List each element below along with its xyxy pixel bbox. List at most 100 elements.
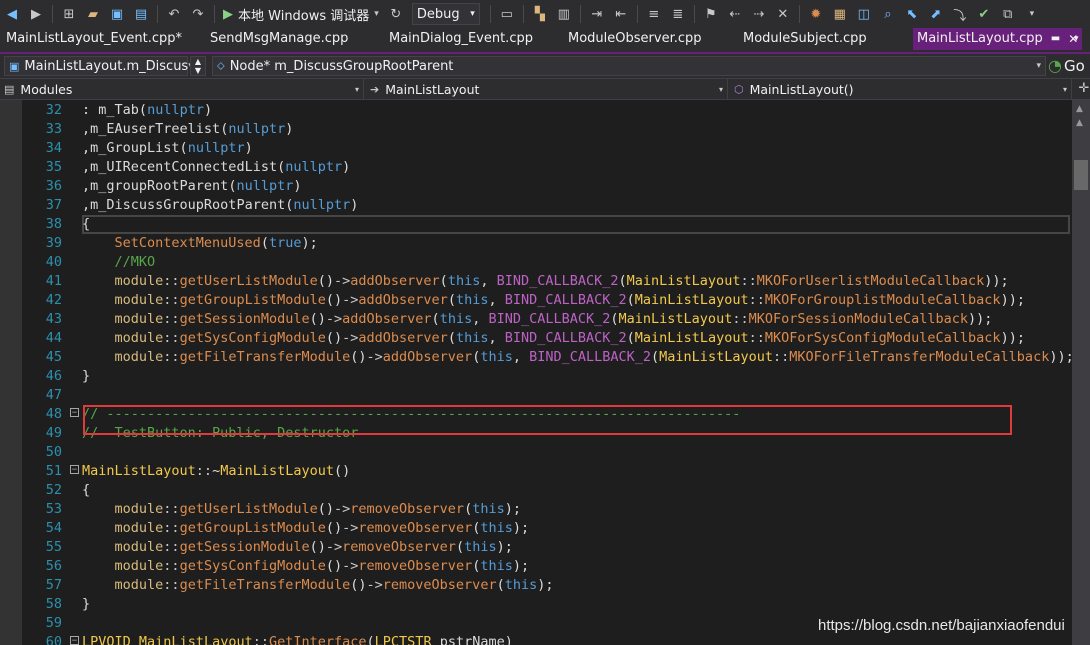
- save-icon[interactable]: ▣: [108, 5, 126, 23]
- code-line[interactable]: 32: m_Tab(nullptr): [0, 101, 1072, 120]
- pin-icon[interactable]: ▬: [1051, 28, 1060, 50]
- line-number: 39: [45, 235, 62, 251]
- open-icon[interactable]: ▰: [84, 5, 102, 23]
- check-icon[interactable]: ✔: [975, 5, 993, 23]
- find-in-files-icon[interactable]: ▚: [531, 5, 549, 23]
- tab-mainlistlayout-event[interactable]: MainListLayout_Event.cpp*: [6, 31, 182, 46]
- line-number: 52: [45, 482, 62, 498]
- function-select[interactable]: ⬡ MainListLayout() ▾: [730, 79, 1072, 99]
- vertical-scrollbar[interactable]: ▲ ▲: [1072, 100, 1090, 645]
- undo-icon[interactable]: ↶: [165, 5, 183, 23]
- redo-icon[interactable]: ↷: [189, 5, 207, 23]
- class-select[interactable]: ➔ MainListLayout ▾: [366, 79, 728, 99]
- code-line[interactable]: 40 //MKO: [0, 253, 1072, 272]
- clear-bookmarks-icon[interactable]: ✕: [774, 5, 792, 23]
- toolbar-separator: [157, 5, 158, 23]
- new-project-icon[interactable]: ⊞: [60, 5, 78, 23]
- scroll-stepper[interactable]: ▲ ▼: [190, 56, 206, 76]
- bookmark-icon[interactable]: ⚑: [702, 5, 720, 23]
- code-line[interactable]: 57 module::getFileTransferModule()->remo…: [0, 576, 1072, 595]
- overflow-icon[interactable]: ▾: [1023, 5, 1041, 23]
- navigate-back-icon[interactable]: ⬉: [903, 5, 921, 23]
- code-line[interactable]: 56 module::getSysConfigModule()->removeO…: [0, 557, 1072, 576]
- code-text: module::getGroupListModule()->addObserve…: [114, 292, 1025, 308]
- code-line[interactable]: 34 ,m_GroupList(nullptr): [0, 139, 1072, 158]
- code-line[interactable]: 36 ,m_groupRootParent(nullptr): [0, 177, 1072, 196]
- code-line[interactable]: 55 module::getSessionModule()->removeObs…: [0, 538, 1072, 557]
- down-arrow-icon[interactable]: ▼: [195, 66, 201, 75]
- save-all-icon[interactable]: ▤: [132, 5, 150, 23]
- code-line[interactable]: 54 module::getGroupListModule()->removeO…: [0, 519, 1072, 538]
- code-line[interactable]: 53 module::getUserListModule()->removeOb…: [0, 500, 1072, 519]
- line-number: 42: [45, 292, 62, 308]
- configuration-select[interactable]: Debug ▾: [411, 3, 480, 25]
- code-line[interactable]: 47: [0, 386, 1072, 405]
- tab-maindialog-event[interactable]: MainDialog_Event.cpp: [389, 31, 533, 46]
- navigate-forward-icon[interactable]: ⬈: [927, 5, 945, 23]
- layout-icon[interactable]: ▥: [555, 5, 573, 23]
- scroll-up-icon[interactable]: ▲: [1076, 118, 1083, 128]
- code-line[interactable]: 44 module::getSysConfigModule()->addObse…: [0, 329, 1072, 348]
- back-icon[interactable]: ◀: [3, 5, 21, 23]
- chevron-down-icon[interactable]: ▾: [374, 9, 379, 19]
- scrollbar-thumb[interactable]: [1074, 160, 1088, 190]
- search-icon[interactable]: ⌕: [879, 5, 897, 23]
- member-select[interactable]: ⬦ Node* m_DiscussGroupRootParent ▾: [212, 56, 1046, 76]
- extension-icon[interactable]: ✹: [807, 5, 825, 23]
- code-line[interactable]: 50: [0, 443, 1072, 462]
- code-line[interactable]: 46}: [0, 367, 1072, 386]
- class-view-icon[interactable]: ▦: [831, 5, 849, 23]
- uncomment-icon[interactable]: ≣: [669, 5, 687, 23]
- tab-modulesubject[interactable]: ModuleSubject.cpp: [743, 31, 867, 46]
- code-line[interactable]: 60− LPVOID MainListLayout::GetInterface(L…: [0, 633, 1072, 645]
- collapse-icon[interactable]: −: [70, 636, 79, 645]
- tab-sendmsgmanage[interactable]: SendMsgManage.cpp: [210, 31, 348, 46]
- split-icon[interactable]: ✛: [1075, 79, 1090, 97]
- tab-moduleobserver[interactable]: ModuleObserver.cpp: [568, 31, 702, 46]
- indent-icon[interactable]: ⇥: [588, 5, 606, 23]
- toolbar-separator: [52, 5, 53, 23]
- chevron-down-icon: ▾: [354, 84, 359, 94]
- code-line[interactable]: 42 module::getGroupListModule()->addObse…: [0, 291, 1072, 310]
- scroll-up-icon[interactable]: ▲: [1076, 104, 1083, 114]
- platform-icon[interactable]: ▭: [498, 5, 516, 23]
- code-text: module::getFileTransferModule()->removeO…: [114, 577, 554, 593]
- project-scope-select[interactable]: ▤ Modules ▾: [0, 79, 364, 99]
- comment-icon[interactable]: ≡: [645, 5, 663, 23]
- code-line[interactable]: 45 module::getFileTransferModule()->addO…: [0, 348, 1072, 367]
- code-text: //MKO: [82, 254, 156, 270]
- code-line[interactable]: 41 module::getUserListModule()->addObser…: [0, 272, 1072, 291]
- line-number: 54: [45, 520, 62, 536]
- browse-icon[interactable]: ◫: [855, 5, 873, 23]
- code-line[interactable]: 35 ,m_UIRecentConnectedList(nullptr): [0, 158, 1072, 177]
- code-line[interactable]: 52 {: [0, 481, 1072, 500]
- play-icon: ▶: [223, 6, 233, 22]
- line-number: 56: [45, 558, 62, 574]
- code-line[interactable]: 43 module::getSessionModule()->addObserv…: [0, 310, 1072, 329]
- code-line[interactable]: 38 {: [0, 215, 1072, 234]
- refresh-icon[interactable]: ↻: [387, 5, 405, 23]
- code-line[interactable]: 58}: [0, 595, 1072, 614]
- go-button[interactable]: ◔ Go: [1048, 56, 1085, 75]
- code-line[interactable]: 37 ,m_DiscussGroupRootParent(nullptr): [0, 196, 1072, 215]
- code-editor[interactable]: 32: m_Tab(nullptr) 33 ,m_EAuserTreelist(nu…: [0, 100, 1072, 645]
- prev-bookmark-icon[interactable]: ⇠: [726, 5, 744, 23]
- document-tabs: MainListLayout_Event.cpp* SendMsgManage.…: [0, 28, 1090, 54]
- step-icon[interactable]: ⤵: [951, 5, 969, 24]
- code-line[interactable]: 39 SetContextMenuUsed(true);: [0, 234, 1072, 253]
- next-bookmark-icon[interactable]: ⇢: [750, 5, 768, 23]
- collapse-icon[interactable]: −: [70, 465, 79, 475]
- tab-mainlistlayout[interactable]: MainListLayout.cpp ▬ ✕: [913, 28, 1083, 50]
- navigation-bar: ▣ MainListLayout.m_Discus ▾ ▲ ▼ ⬦ Node* …: [0, 54, 1090, 79]
- window-icon[interactable]: ⧉: [999, 5, 1017, 23]
- outdent-icon[interactable]: ⇤: [612, 5, 630, 23]
- code-line[interactable]: 33 ,m_EAuserTreelist(nullptr): [0, 120, 1072, 139]
- code-text: module::getSessionModule()->addObserver(…: [114, 311, 993, 327]
- collapse-icon[interactable]: −: [70, 408, 79, 418]
- forward-icon[interactable]: ▶: [27, 5, 45, 23]
- tab-overflow-icon[interactable]: ▾: [1074, 34, 1079, 44]
- up-arrow-icon[interactable]: ▲: [195, 57, 201, 66]
- start-debugging-button[interactable]: ▶ 本地 Windows 调试器 ▾: [223, 5, 379, 24]
- code-line[interactable]: 51− MainListLayout::~MainListLayout(): [0, 462, 1072, 481]
- class-scope-select[interactable]: ▣ MainListLayout.m_Discus ▾: [4, 56, 193, 76]
